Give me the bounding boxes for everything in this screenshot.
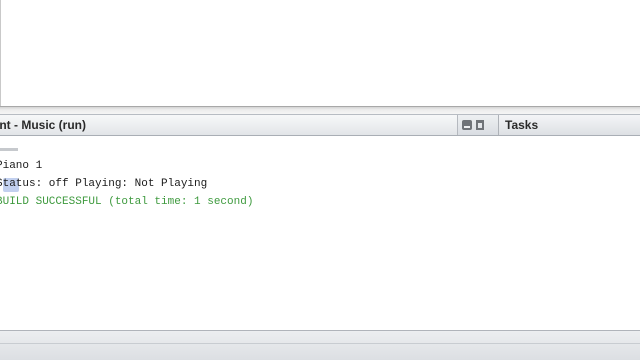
- output-tab[interactable]: pnt - Music (run): [0, 115, 458, 135]
- output-window-header: pnt - Music (run) Tasks: [0, 114, 640, 136]
- restore-icon[interactable]: [476, 120, 484, 130]
- pane-splitter[interactable]: [0, 106, 640, 114]
- minimize-icon[interactable]: [462, 120, 472, 130]
- output-tab-title: pnt - Music (run): [0, 118, 86, 132]
- build-status-line: BUILD SUCCESSFUL (total time: 1 second): [0, 196, 254, 208]
- editor-left-edge: [0, 0, 1, 106]
- status-bar-divider: [0, 343, 640, 344]
- tasks-tab[interactable]: Tasks: [498, 115, 640, 135]
- console-line: Status: off Playing: Not Playing: [0, 178, 208, 190]
- editor-area[interactable]: [0, 0, 640, 106]
- window-controls: [460, 117, 490, 133]
- console-line: Piano 1: [0, 160, 43, 172]
- tasks-tab-label: Tasks: [505, 118, 539, 132]
- output-console[interactable]: Piano 1 Status: off Playing: Not Playing…: [0, 136, 640, 330]
- console-toolbar-edge: [0, 148, 18, 151]
- status-bar: [0, 330, 640, 360]
